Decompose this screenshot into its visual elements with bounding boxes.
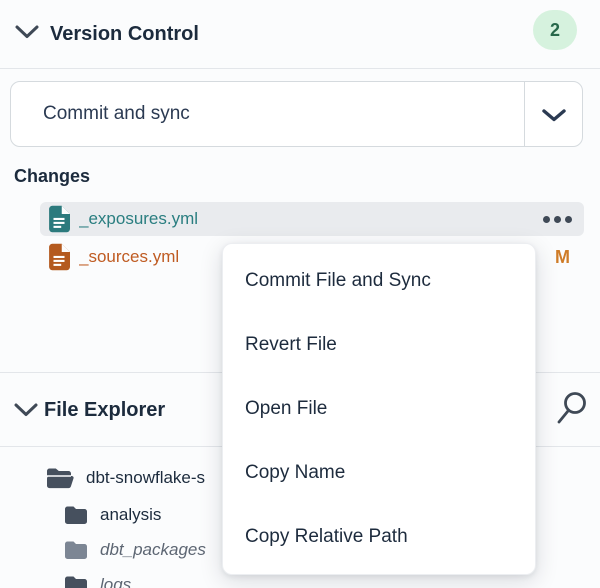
version-control-header: Version Control 2 [0,0,600,69]
chevron-down-icon[interactable] [541,108,567,128]
file-options-ellipsis-button[interactable] [543,212,572,227]
chevron-down-icon[interactable] [14,24,40,45]
yml-file-icon [48,205,70,233]
version-control-panel: Version Control 2 Commit and sync Change… [0,0,600,588]
chevron-down-icon[interactable] [13,402,39,423]
yml-file-icon [48,243,70,271]
file-context-menu: Commit File and Sync Revert File Open Fi… [222,243,536,575]
file-explorer-title: File Explorer [44,373,165,447]
changed-file-row[interactable]: _exposures.yml [40,202,584,236]
modified-status-badge: M [555,247,570,268]
menu-item-copy-relative-path[interactable]: Copy Relative Path [223,505,535,569]
menu-item-revert-file[interactable]: Revert File [223,313,535,377]
version-control-title: Version Control [50,0,199,68]
commit-action-label: Commit and sync [43,82,190,146]
changes-section-label: Changes [14,166,90,187]
tree-item-label: dbt_packages [100,540,206,560]
changed-file-name: _exposures.yml [79,209,543,229]
commit-action-dropdown[interactable]: Commit and sync [10,81,583,147]
tree-item-label: logs [100,575,131,588]
menu-item-commit-file-and-sync[interactable]: Commit File and Sync [223,249,535,313]
tree-item-analysis[interactable]: analysis [64,501,161,529]
tree-item-logs[interactable]: logs [64,571,131,588]
menu-item-open-file[interactable]: Open File [223,377,535,441]
folder-icon [64,575,88,588]
tree-item-label: analysis [100,505,161,525]
search-icon[interactable] [552,390,586,437]
dropdown-divider [524,82,525,146]
menu-item-copy-name[interactable]: Copy Name [223,441,535,505]
changes-count-badge: 2 [533,10,577,50]
tree-item-project-root[interactable]: dbt-snowflake-s [46,464,205,492]
folder-icon [64,505,88,525]
folder-icon [64,540,88,560]
tree-item-dbt-packages[interactable]: dbt_packages [64,536,206,564]
folder-open-icon [46,467,74,490]
tree-item-label: dbt-snowflake-s [86,468,205,488]
